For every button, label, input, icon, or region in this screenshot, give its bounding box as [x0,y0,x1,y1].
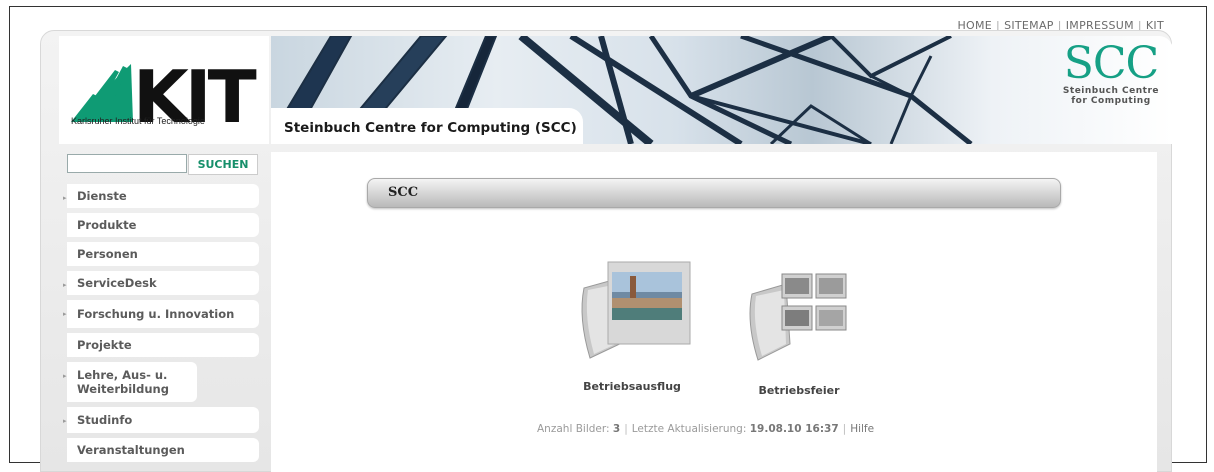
sidebar-item-label: ServiceDesk [77,276,157,290]
arrow-right-icon: ▸ [63,194,67,202]
sidebar-item-personen[interactable]: Personen [67,242,259,266]
photo-album-icon [581,261,691,359]
sidebar-nav: ▸ Dienste Produkte Personen ▸ ServiceDesk … [63,184,259,467]
scc-logo-line2: for Computing [1071,96,1151,106]
scc-logo-letters: SCC [1063,38,1159,89]
scc-logo-line1: Steinbuch Centre [1062,86,1159,96]
gallery-info: Anzahl Bilder: 3 | Letzte Aktualisierung: … [537,423,874,435]
kit-subtitle: Karlsruher Institut für Technologie [71,116,205,126]
kit-logo[interactable]: KIT Karlsruher Institut für Technologie [59,36,269,144]
count-label: Anzahl Bilder: [537,423,610,435]
sidebar-item-projekte[interactable]: Projekte [67,333,259,357]
album-label[interactable]: Betriebsfeier [739,384,859,397]
sidebar-item-studinfo[interactable]: ▸ Studinfo [63,407,259,433]
sidebar-item-label: Lehre, Aus- u. Weiterbildung [77,368,169,396]
updated-label: Letzte Aktualisierung: [631,423,747,435]
arrow-right-icon: ▸ [63,372,67,380]
divider: | [624,423,628,435]
banner-title-tab: Steinbuch Centre for Computing (SCC) [271,108,583,144]
divider: | [842,423,847,435]
search-input[interactable] [67,154,187,173]
sidebar-item-label: Personen [77,247,138,261]
sidebar-item-lehre[interactable]: ▸ Lehre, Aus- u. Weiterbildung [63,362,197,402]
sidebar-item-veranstaltungen[interactable]: Veranstaltungen [67,438,259,462]
arrow-right-icon: ▸ [63,310,67,318]
sidebar-item-dienste[interactable]: ▸ Dienste [63,184,259,208]
sidebar-item-servicedesk[interactable]: ▸ ServiceDesk [63,271,259,295]
search-form: SUCHEN [67,154,258,175]
photo-album-icon [749,273,847,361]
updated-value: 19.08.10 16:37 [749,423,839,435]
sidebar-item-label: Studinfo [77,413,133,427]
section-title: SCC [388,185,419,200]
help-link[interactable]: Hilfe [850,423,874,435]
sidebar-item-label: Dienste [77,189,127,203]
page-title: Steinbuch Centre for Computing (SCC) [284,120,577,136]
section-header-bar: SCC [367,178,1061,208]
album-betriebsfeier[interactable]: Betriebsfeier [739,270,859,397]
arrow-right-icon: ▸ [63,281,67,289]
sidebar-item-forschung[interactable]: ▸ Forschung u. Innovation [63,300,259,328]
scc-logo[interactable]: SCC Steinbuch Centre for Computing [1062,38,1159,107]
sidebar-item-label: Projekte [77,338,132,352]
main-content: SCC Betriebsausflug Betriebsfeier Anzahl… [271,152,1157,472]
search-button[interactable]: SUCHEN [188,154,258,175]
sidebar-item-label: Produkte [77,218,137,232]
sidebar-item-produkte[interactable]: Produkte [67,213,259,237]
album-label[interactable]: Betriebsausflug [567,380,697,393]
arrow-right-icon: ▸ [63,417,67,425]
header-banner: Steinbuch Centre for Computing (SCC) SCC… [271,36,1173,144]
sidebar-item-label: Forschung u. Innovation [77,307,235,321]
sidebar-item-label: Veranstaltungen [77,443,185,457]
album-betriebsausflug[interactable]: Betriebsausflug [567,258,697,393]
count-value: 3 [612,423,621,435]
